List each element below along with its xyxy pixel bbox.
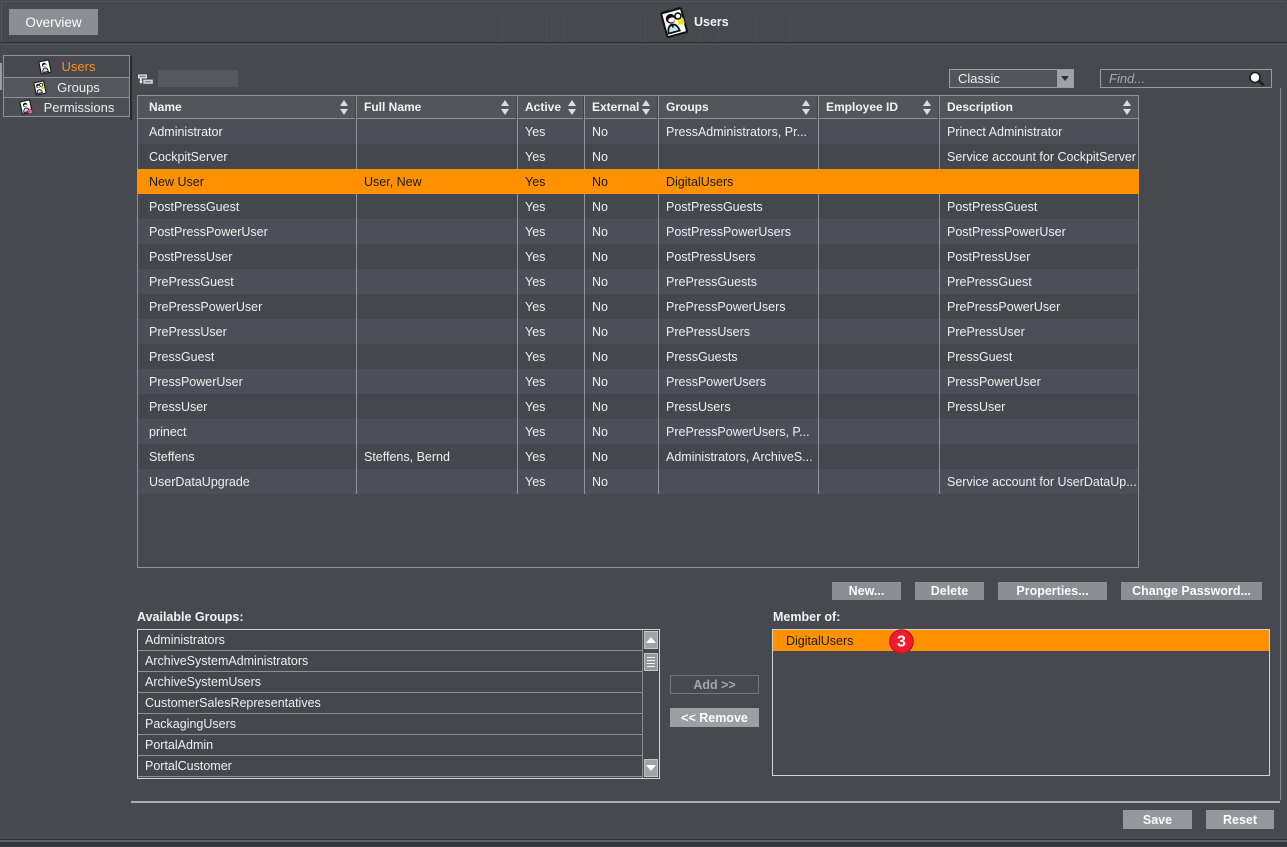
svg-text:3: 3 — [897, 634, 906, 651]
